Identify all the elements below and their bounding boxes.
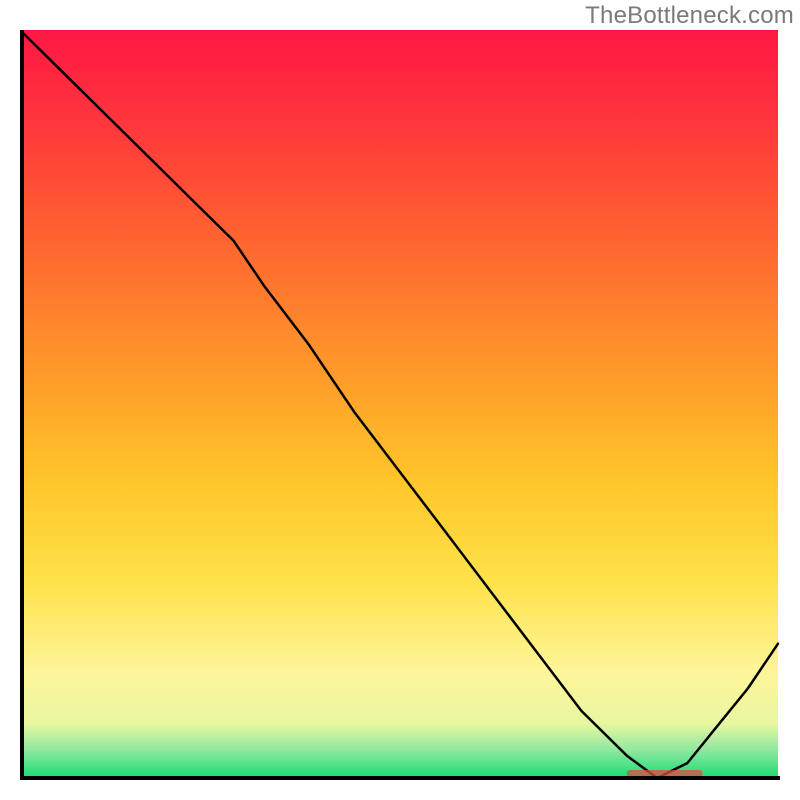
chart-container: TheBottleneck.com <box>0 0 800 800</box>
gradient-bg <box>22 30 778 776</box>
watermark-text: TheBottleneck.com <box>585 2 794 30</box>
chart-plot <box>20 30 780 780</box>
